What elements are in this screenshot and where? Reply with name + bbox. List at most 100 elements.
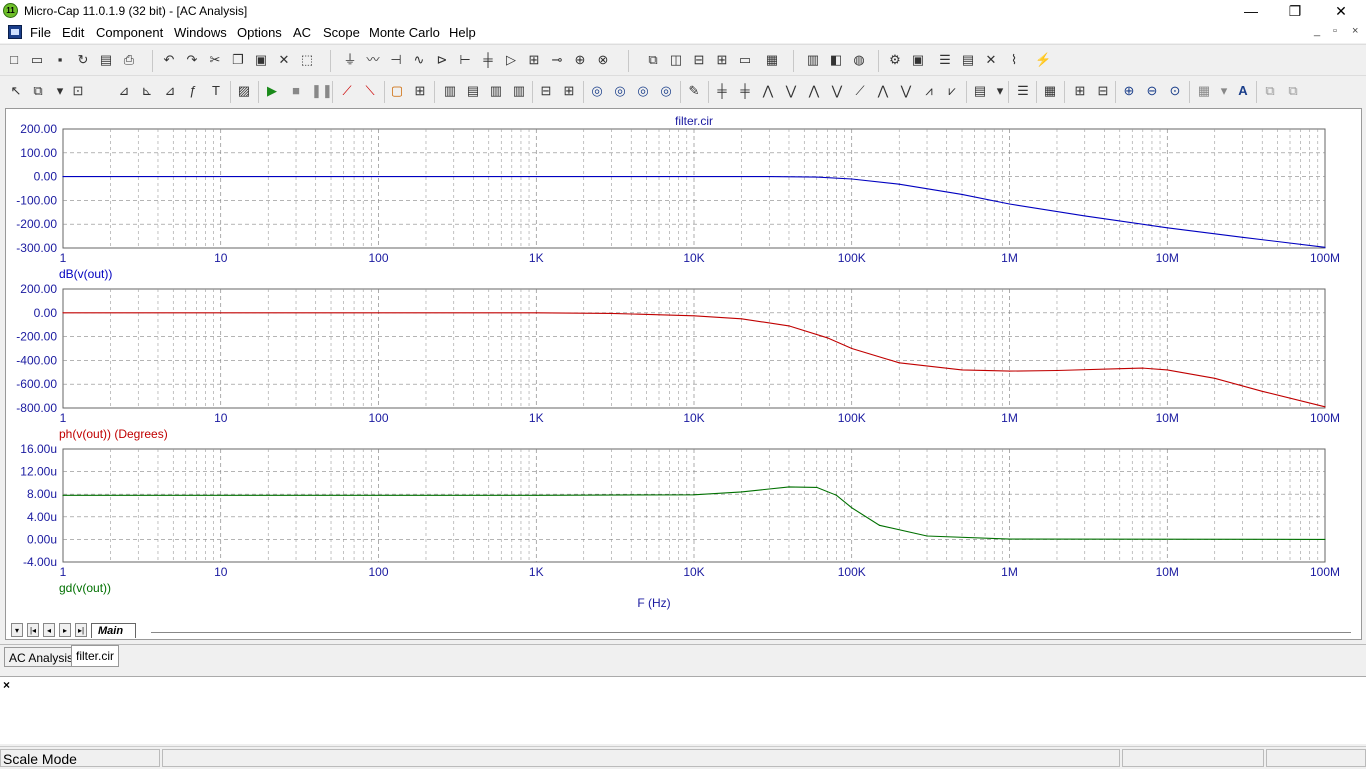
mosfet-icon[interactable]: ╪ [480, 52, 496, 68]
menu-file[interactable]: File [30, 25, 51, 40]
grid-icon[interactable]: ⊞ [561, 83, 577, 99]
print-icon[interactable]: ⎙ [121, 52, 137, 68]
select-all-icon[interactable]: ⬚ [299, 52, 315, 68]
scale-mode-icon[interactable]: ⊡ [70, 83, 86, 99]
peak-icon[interactable]: ⟋ [339, 83, 355, 99]
shape-editor-icon[interactable]: ◧ [828, 52, 844, 68]
same-y-scale-icon[interactable]: ⊞ [1072, 83, 1088, 99]
diode-icon[interactable]: ⊳ [434, 52, 450, 68]
capacitor-icon[interactable]: ⊣ [388, 52, 404, 68]
copy-icon[interactable]: ❐ [230, 52, 246, 68]
opamp-icon[interactable]: ▷ [503, 52, 519, 68]
clipboard-icon[interactable]: ▤ [972, 83, 988, 99]
paste-plot-icon[interactable]: ⧉ [1285, 83, 1301, 99]
zoom-region-icon[interactable]: ◎ [612, 83, 628, 99]
first-page-icon[interactable]: |◂ [27, 623, 39, 637]
npn-transistor-icon[interactable]: ⊢ [457, 52, 473, 68]
pause-icon[interactable]: ❚❚ [311, 83, 333, 99]
delete-icon[interactable]: ✕ [276, 52, 292, 68]
zoom-previous-icon[interactable]: ◎ [658, 83, 674, 99]
tab-main[interactable]: Main [91, 623, 137, 638]
chevron-down-icon[interactable]: ▾ [992, 83, 1008, 99]
voltage-source-icon[interactable]: ⊸ [549, 52, 565, 68]
text-icon[interactable]: T [208, 83, 224, 99]
frame-icon[interactable]: ▣ [910, 52, 926, 68]
undo-icon[interactable]: ↶ [161, 52, 177, 68]
layout-icon[interactable]: ▦ [1196, 83, 1212, 99]
tools-icon[interactable]: ✕ [983, 52, 999, 68]
properties-icon[interactable]: ⚙ [887, 52, 903, 68]
formula-icon[interactable]: ƒ [185, 83, 201, 99]
next-page-icon[interactable]: ▸ [59, 623, 71, 637]
menu-component[interactable]: Component [96, 25, 163, 40]
point-tag-icon[interactable]: ⊾ [139, 83, 155, 99]
mdi-restore-button[interactable]: ▫ [1333, 25, 1337, 37]
menu-scope[interactable]: Scope [323, 25, 360, 40]
chevron-down-icon[interactable]: ▾ [52, 83, 68, 99]
chevron-down-icon[interactable]: ▾ [1216, 83, 1232, 99]
filter-icon[interactable]: ▤ [960, 52, 976, 68]
menu-options[interactable]: Options [237, 25, 282, 40]
calculator-icon[interactable]: ▦ [764, 52, 780, 68]
close-icon[interactable]: × [3, 678, 10, 692]
data-points-icon[interactable]: ▢ [389, 83, 405, 99]
battery-icon[interactable]: ⊞ [526, 52, 542, 68]
mdi-minimize-button[interactable]: _ [1314, 25, 1320, 37]
top-icon[interactable]: ⩘ [921, 83, 937, 99]
next-peak-icon[interactable]: ⋀ [760, 83, 776, 99]
component-mode-icon[interactable]: ⧉ [30, 83, 46, 99]
open-file-icon[interactable]: ▭ [29, 52, 45, 68]
zoom-auto-icon[interactable]: ◎ [635, 83, 651, 99]
global-low-icon[interactable]: ⋁ [898, 83, 914, 99]
mdi-close-button[interactable]: × [1352, 25, 1358, 37]
last-page-icon[interactable]: ▸| [75, 623, 87, 637]
document-icon[interactable] [8, 25, 22, 39]
horizontal-tag-icon[interactable]: ⊿ [162, 83, 178, 99]
output-pane[interactable]: × [0, 676, 1366, 744]
numbers-icon[interactable]: ▦ [1042, 83, 1058, 99]
menu-monte-carlo[interactable]: Monte Carlo [369, 25, 440, 40]
zoom-out-icon[interactable]: ⊖ [1144, 83, 1160, 99]
cursor-right-icon[interactable]: ╪ [737, 83, 753, 99]
select-mode-icon[interactable]: ↖ [8, 83, 24, 99]
low-icon[interactable]: ⋁ [829, 83, 845, 99]
cursor-mode-icon[interactable]: ⊿ [116, 83, 132, 99]
plus-marks-icon[interactable]: ▤ [465, 83, 481, 99]
global-high-icon[interactable]: ⋀ [875, 83, 891, 99]
close-button[interactable]: ✕ [1318, 0, 1364, 22]
options-icon[interactable]: ☰ [937, 52, 953, 68]
ruler-icon[interactable]: ▥ [442, 83, 458, 99]
redo-icon[interactable]: ↷ [184, 52, 200, 68]
tokens-icon[interactable]: ⊞ [412, 83, 428, 99]
run-icon[interactable]: ▶ [264, 83, 280, 99]
ac-analysis-plots[interactable]: filter.cir200.00100.000.00-100.00-200.00… [6, 109, 1361, 624]
print-preview-icon[interactable]: ▤ [98, 52, 114, 68]
edit-plot-icon[interactable]: ✎ [686, 83, 702, 99]
minimize-button[interactable]: — [1228, 0, 1274, 22]
restore-button[interactable]: ❐ [1272, 0, 1318, 22]
pan-icon[interactable]: ⊙ [1167, 83, 1183, 99]
high-icon[interactable]: ⋀ [806, 83, 822, 99]
menu-edit[interactable]: Edit [62, 25, 84, 40]
window-icon[interactable]: ▭ [737, 52, 753, 68]
analysis-limits-icon[interactable]: ⌇ [1006, 52, 1022, 68]
revert-icon[interactable]: ↻ [75, 52, 91, 68]
run-analysis-icon[interactable]: ⚡ [1035, 52, 1051, 68]
inflection-icon[interactable]: ⟋ [852, 83, 868, 99]
minor-grid-icon[interactable]: ▥ [488, 83, 504, 99]
next-valley-icon[interactable]: ⋁ [783, 83, 799, 99]
horizontal-axis-icon[interactable]: ⊟ [538, 83, 554, 99]
zoom-fit-icon[interactable]: ◎ [589, 83, 605, 99]
copy-plot-icon[interactable]: ⧉ [1262, 83, 1278, 99]
menu-help[interactable]: Help [449, 25, 476, 40]
pulse-source-icon[interactable]: ⊗ [595, 52, 611, 68]
cursor-left-icon[interactable]: ╪ [714, 83, 730, 99]
resistor-icon[interactable]: 〰 [365, 52, 381, 68]
stack-plots-icon[interactable]: ⊟ [1095, 83, 1111, 99]
tab-filter-cir[interactable]: filter.cir [71, 645, 120, 667]
menu-ac[interactable]: AC [293, 25, 311, 40]
component-editor-icon[interactable]: ▥ [805, 52, 821, 68]
list-icon[interactable]: ☰ [1015, 83, 1031, 99]
tile-vertical-icon[interactable]: ◫ [668, 52, 684, 68]
prev-page-icon[interactable]: ◂ [43, 623, 55, 637]
